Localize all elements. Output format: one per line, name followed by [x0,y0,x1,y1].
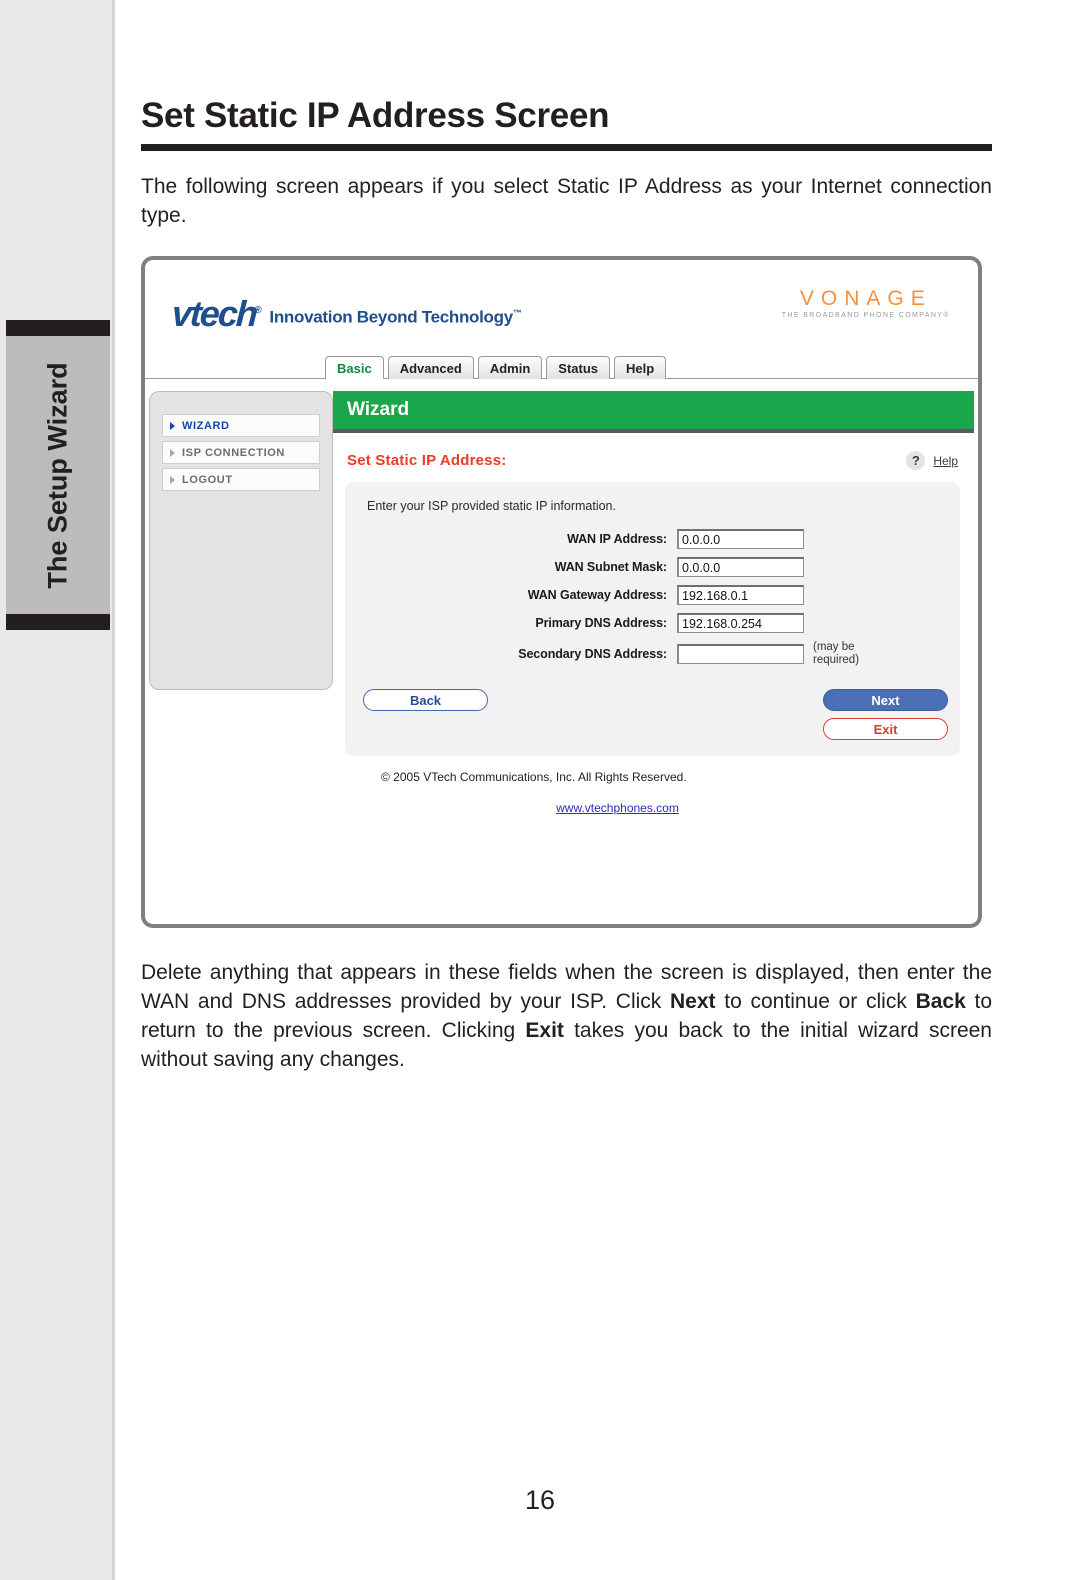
thumb-tab-text-wrapper: The Setup Wizard [6,320,110,630]
field-row-secondary-dns: Secondary DNS Address: (may be required) [345,641,960,667]
vtech-wordmark-text: vtech [170,293,258,334]
tab-admin[interactable]: Admin [477,356,543,379]
explanation-bold-exit: Exit [525,1019,564,1042]
tab-basic[interactable]: Basic [325,356,384,379]
router-header: vtech® Innovation Beyond Technology™ VON… [145,260,978,354]
primary-dns-address-input[interactable]: 192.168.0.254 [677,613,804,633]
website-link[interactable]: www.vtechphones.com [381,784,974,815]
explanation-part2: to continue or click [715,990,916,1013]
secondary-dns-note: (may be required) [813,641,860,666]
form-button-row: Back Next Exit [345,675,960,740]
tab-advanced[interactable]: Advanced [387,356,474,379]
field-row-wan-ip: WAN IP Address: 0.0.0.0 [345,529,960,549]
primary-dns-address-label: Primary DNS Address: [535,616,667,630]
copyright-text: © 2005 VTech Communications, Inc. All Ri… [381,770,687,784]
sidebar-item-isp-connection-label: ISP CONNECTION [182,446,285,459]
thumb-tab-label: The Setup Wizard [42,361,73,589]
secondary-dns-address-input[interactable] [677,644,804,664]
router-body: WIZARD ISP CONNECTION LOGOUT Wizard Set … [145,379,978,846]
field-row-primary-dns: Primary DNS Address: 192.168.0.254 [345,613,960,633]
section-header: Set Static IP Address: ? Help [333,433,974,470]
triangle-right-icon [170,421,175,430]
tab-help[interactable]: Help [614,356,667,379]
static-ip-form-panel: Enter your ISP provided static IP inform… [345,482,960,756]
secondary-dns-address-label: Secondary DNS Address: [518,647,667,661]
vonage-logo: VONAGE THE BROADBAND PHONE COMPANY® [782,288,950,321]
exit-button[interactable]: Exit [823,718,948,740]
field-row-wan-subnet: WAN Subnet Mask: 0.0.0.0 [345,557,960,577]
vtech-tagline: Innovation Beyond Technology™ [269,302,521,329]
page-margin-rule [112,0,115,1580]
page-content: Set Static IP Address Screen The followi… [141,0,996,1074]
help-group[interactable]: ? Help [906,451,958,470]
wizard-banner: Wizard [333,391,974,433]
vtech-tagline-text: Innovation Beyond Technology [269,308,513,327]
vtech-logo: vtech® Innovation Beyond Technology™ [171,293,522,334]
question-mark-icon[interactable]: ? [906,451,926,470]
wizard-banner-title: Wizard [347,399,410,420]
sidebar-item-isp-connection[interactable]: ISP CONNECTION [162,441,320,464]
router-ui-screenshot: vtech® Innovation Beyond Technology™ VON… [141,256,982,928]
thumb-tab-bottom-bar [6,614,110,630]
explanation-bold-back: Back [915,990,966,1013]
field-row-wan-gateway: WAN Gateway Address: 192.168.0.1 [345,585,960,605]
form-intro-text: Enter your ISP provided static IP inform… [367,499,616,513]
title-underline-rule [141,144,992,151]
main-content-area: Wizard Set Static IP Address: ? Help Ent… [333,391,974,815]
explanation-bold-next: Next [670,990,716,1013]
sidebar-menu: WIZARD ISP CONNECTION LOGOUT [162,414,320,495]
triangle-right-icon [170,475,175,484]
wan-subnet-mask-label: WAN Subnet Mask: [554,560,667,574]
router-footer: © 2005 VTech Communications, Inc. All Ri… [333,756,974,815]
page-number: 16 [524,1485,556,1515]
wan-ip-address-label: WAN IP Address: [567,532,667,546]
vonage-tagline: THE BROADBAND PHONE COMPANY® [781,312,950,319]
page-title: Set Static IP Address Screen [141,96,610,135]
explanation-paragraph: Delete anything that appears in these fi… [141,928,992,1074]
vtech-trademark-mark: ™ [512,308,522,319]
vtech-registered-mark: ® [253,305,260,316]
section-title: Set Static IP Address: [347,452,507,469]
sidebar-item-logout[interactable]: LOGOUT [162,468,320,491]
wan-subnet-mask-input[interactable]: 0.0.0.0 [677,557,804,577]
right-button-stack: Next Exit [823,689,948,740]
main-tab-strip: Basic Advanced Admin Status Help [325,354,978,379]
intro-paragraph: The following screen appears if you sele… [141,175,992,227]
triangle-right-icon [170,448,175,457]
help-link[interactable]: Help [933,454,958,468]
chapter-thumb-tab: The Setup Wizard [6,320,110,630]
wan-gateway-address-input[interactable]: 192.168.0.1 [677,585,804,605]
wan-gateway-address-label: WAN Gateway Address: [527,588,667,602]
wan-ip-address-input[interactable]: 0.0.0.0 [677,529,804,549]
back-button[interactable]: Back [363,689,488,711]
sidebar-item-wizard[interactable]: WIZARD [162,414,320,437]
page-left-margin-strip [0,0,112,1580]
sidebar-item-logout-label: LOGOUT [182,473,233,486]
sidebar-panel: WIZARD ISP CONNECTION LOGOUT [149,391,333,690]
next-button[interactable]: Next [823,689,948,711]
sidebar-item-wizard-label: WIZARD [182,419,230,432]
tab-status[interactable]: Status [546,356,611,379]
vtech-wordmark: vtech® [171,293,260,334]
vonage-wordmark: VONAGE [799,287,932,310]
